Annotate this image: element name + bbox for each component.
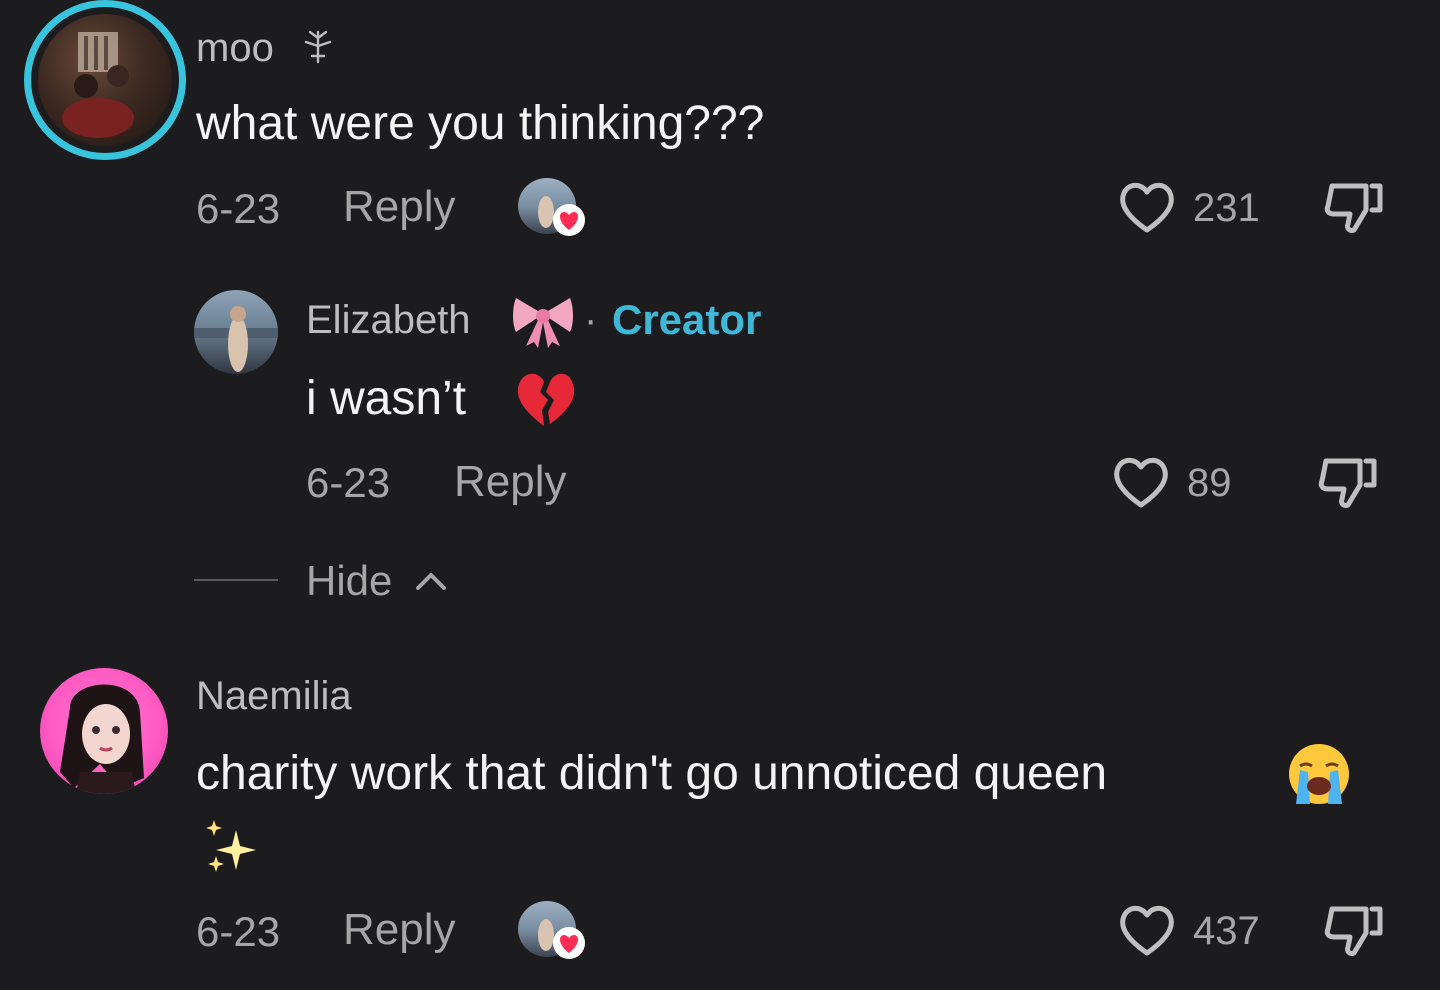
username[interactable]: moo: [196, 28, 274, 68]
comment-date: 6-23: [306, 459, 391, 506]
heart-like-icon[interactable]: [1110, 453, 1172, 511]
heart-badge-icon: [552, 927, 586, 959]
divider-line: [194, 579, 278, 581]
separator-dot: ·: [584, 298, 598, 342]
like-count: 231: [1193, 186, 1260, 230]
heart-like-icon[interactable]: [1116, 178, 1178, 236]
username[interactable]: Naemilia: [196, 676, 352, 716]
heart-badge-icon: [552, 204, 586, 236]
avatar[interactable]: [38, 14, 172, 146]
reply-button[interactable]: Reply: [454, 460, 567, 504]
reply-button[interactable]: Reply: [343, 185, 456, 229]
avatar[interactable]: [40, 668, 168, 794]
pink-bow-icon: [512, 292, 574, 348]
like-count: 437: [1193, 909, 1260, 953]
comment-text: i wasn’t: [306, 372, 467, 425]
hide-replies-button[interactable]: Hide: [306, 560, 392, 602]
broken-heart-icon: [514, 370, 578, 428]
username[interactable]: Elizabeth: [306, 300, 471, 340]
avatar[interactable]: [194, 290, 278, 374]
comment-text: what were you thinking???: [196, 97, 765, 150]
comment-date: 6-23: [196, 185, 281, 232]
comment-text: charity work that didn't go unnoticed qu…: [196, 747, 1108, 800]
heart-like-icon[interactable]: [1116, 901, 1178, 959]
dislike-icon[interactable]: [1316, 455, 1382, 513]
like-count: 89: [1187, 461, 1232, 505]
chevron-up-icon[interactable]: [414, 568, 448, 592]
flower-symbol-icon: [300, 26, 336, 66]
sparkles-icon: [200, 818, 264, 878]
dislike-icon[interactable]: [1322, 903, 1388, 961]
comment-date: 6-23: [196, 908, 281, 955]
creator-badge: Creator: [612, 296, 762, 343]
reply-button[interactable]: Reply: [343, 908, 456, 952]
avatar-photo-icon: [62, 32, 134, 138]
loudly-crying-face-icon: [1286, 742, 1352, 806]
dislike-icon[interactable]: [1322, 180, 1388, 238]
